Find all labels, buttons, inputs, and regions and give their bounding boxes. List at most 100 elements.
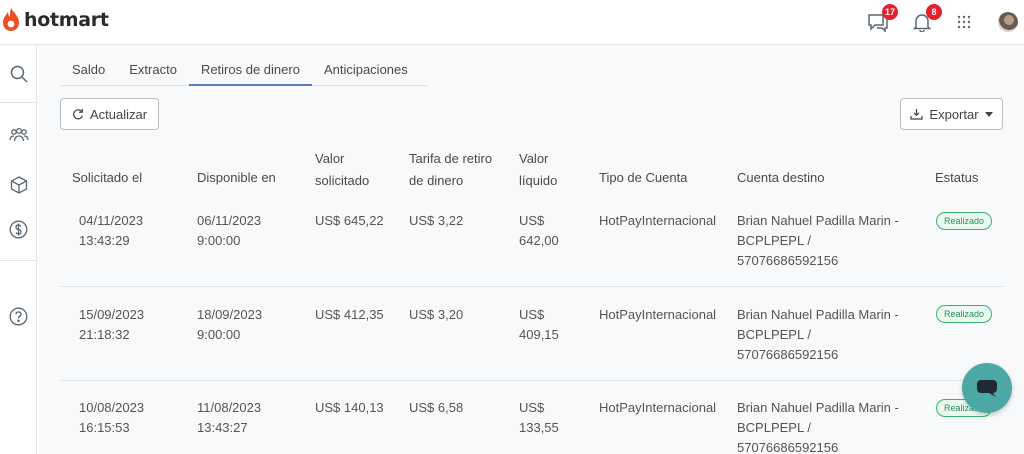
avatar[interactable] [998, 12, 1018, 32]
export-button[interactable]: Exportar [900, 98, 1003, 130]
sidebar-search[interactable] [0, 59, 37, 89]
brand-name: hotmart [24, 9, 109, 31]
users-icon [8, 127, 29, 142]
cell-line: 57076686592156 [737, 440, 839, 454]
cell-available: 06/11/2023 9:00:00 [197, 211, 261, 251]
cell-line: 9:00:00 [197, 327, 241, 342]
cell-fee: US$ 3,20 [409, 307, 464, 322]
messages-button[interactable]: 17 [866, 4, 898, 34]
top-bar: hotmart 17 8 [0, 0, 1024, 45]
export-label: Exportar [929, 106, 979, 122]
status-badge: Realizado [936, 212, 993, 230]
cell-available: 18/09/2023 9:00:00 [197, 305, 262, 345]
cell-line: 04/11/2023 [79, 213, 144, 228]
tab-extracto[interactable]: Extracto [117, 56, 189, 86]
cell-fee: US$ 3,22 [409, 213, 464, 228]
refresh-icon [73, 109, 84, 120]
apps-grid-button[interactable] [952, 10, 976, 34]
cell-net: US$ 133,55 [519, 398, 559, 438]
cell-line: 409,15 [519, 327, 559, 342]
cell-line: 642,00 [519, 233, 559, 248]
cell-account-type: HotPayInternacional [599, 400, 717, 415]
cell-destination: Brian Nahuel Padilla Marin - BCPLPEPL / … [737, 211, 899, 271]
cell-destination: Brian Nahuel Padilla Marin - BCPLPEPL / … [737, 305, 899, 365]
header-destination: Cuenta destino [737, 170, 825, 185]
cell-account-type: HotPayInternacional [599, 213, 717, 228]
flame-icon [3, 8, 19, 31]
header-line: Valor [315, 151, 345, 166]
header-line: Tarifa de retiro [409, 151, 493, 166]
support-chat-button[interactable] [962, 363, 1012, 413]
cell-value-requested: US$ 412,35 [315, 307, 384, 322]
header-value-requested: Valor solicitado [315, 148, 369, 192]
sidebar-divider [0, 260, 37, 261]
header-fee: Tarifa de retiro de dinero [409, 148, 492, 192]
cell-line: 18/09/2023 [197, 307, 263, 322]
cell-line: US$ [519, 307, 545, 322]
refresh-label: Actualizar [89, 106, 148, 122]
status-badge: Realizado [936, 305, 993, 323]
cell-line: US$ [519, 213, 545, 228]
download-icon [910, 109, 924, 120]
header-line: Valor [519, 151, 549, 166]
cell-line: 21:18:32 [79, 327, 130, 342]
cell-line: 10/08/2023 [79, 400, 145, 415]
header-line: solicitado [315, 173, 370, 188]
cell-line: Brian Nahuel Padilla Marin - [737, 213, 899, 228]
cell-available: 11/08/2023 13:43:27 [197, 398, 261, 438]
header-available: Disponible en [197, 170, 276, 185]
header-requested: Solicitado el [72, 170, 143, 185]
cell-line: 57076686592156 [737, 253, 839, 268]
search-icon [10, 65, 28, 83]
tab-saldo[interactable]: Saldo [60, 56, 117, 86]
chat-bubble-icon [977, 380, 997, 397]
apps-grid-icon [957, 15, 971, 29]
help-icon [9, 307, 28, 325]
notifications-button[interactable]: 8 [910, 4, 942, 34]
cell-line: 11/08/2023 [197, 400, 262, 415]
cell-requested: 15/09/2023 21:18:32 [79, 305, 144, 345]
tab-retiros-de-dinero[interactable]: Retiros de dinero [188, 56, 312, 86]
sidebar-products[interactable] [0, 170, 37, 200]
sidebar-finance[interactable] [0, 214, 37, 244]
cell-line: 9:00:00 [197, 233, 241, 248]
cell-line: Brian Nahuel Padilla Marin - [737, 400, 899, 415]
cell-line: 57076686592156 [737, 347, 839, 362]
cell-line: BCPLPEPL / [737, 327, 811, 342]
hotmart-logo[interactable]: hotmart [2, 8, 109, 32]
cell-net: US$ 642,00 [519, 211, 559, 251]
cell-account-type: HotPayInternacional [599, 307, 717, 322]
cell-line: 16:15:53 [79, 420, 130, 435]
row-divider [60, 286, 1004, 287]
cell-requested: 04/11/2023 13:43:29 [79, 211, 143, 251]
row-divider [60, 380, 1004, 381]
cell-fee: US$ 6,58 [409, 400, 464, 415]
sidebar-help[interactable] [0, 301, 37, 331]
refresh-button[interactable]: Actualizar [60, 98, 159, 130]
header-line: de dinero [409, 173, 464, 188]
header-line: líquido [519, 173, 558, 188]
cell-destination: Brian Nahuel Padilla Marin - BCPLPEPL / … [737, 398, 899, 454]
cell-line: 06/11/2023 [197, 213, 262, 228]
cell-line: 133,55 [519, 420, 559, 435]
cell-line: 15/09/2023 [79, 307, 145, 322]
tab-anticipaciones[interactable]: Anticipaciones [312, 56, 420, 86]
cell-value-requested: US$ 140,13 [315, 400, 384, 415]
notifications-badge: 8 [926, 4, 942, 20]
cell-line: US$ [519, 400, 545, 415]
header-status: Estatus [935, 170, 979, 185]
header-net: Valor líquido [519, 148, 557, 192]
sidebar [0, 46, 37, 454]
sidebar-divider [0, 102, 37, 103]
cell-net: US$ 409,15 [519, 305, 559, 345]
cell-line: Brian Nahuel Padilla Marin - [737, 307, 899, 322]
caret-down-icon [984, 111, 993, 117]
cell-value-requested: US$ 645,22 [315, 213, 384, 228]
cell-line: BCPLPEPL / [737, 420, 811, 435]
header-account-type: Tipo de Cuenta [599, 170, 688, 185]
messages-badge: 17 [881, 4, 898, 20]
sidebar-users[interactable] [0, 120, 37, 150]
product-box-icon [10, 176, 27, 194]
cell-line: 13:43:29 [79, 233, 130, 248]
cell-line: 13:43:27 [197, 420, 248, 435]
